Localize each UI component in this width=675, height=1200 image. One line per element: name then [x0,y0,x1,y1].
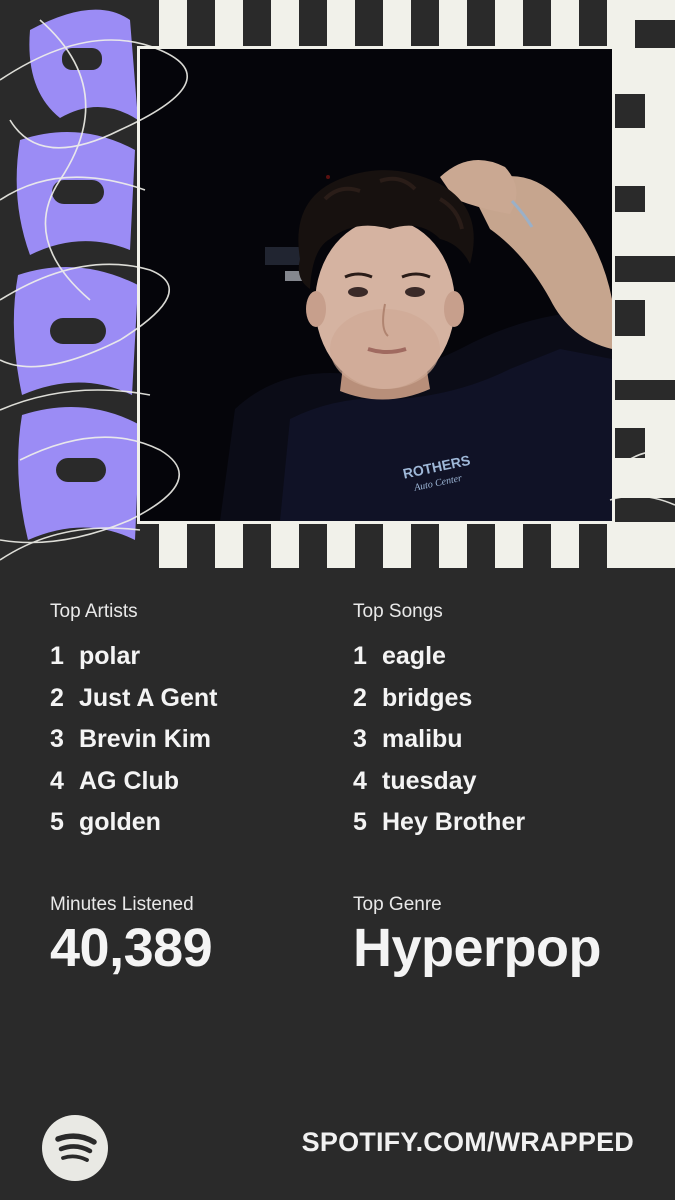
rank-number: 2 [50,683,64,712]
top-artists-label: Top Artists [50,601,138,622]
list-item: 4 AG Club [50,761,350,803]
photo-frame: ROTHERS Auto Center [137,46,615,524]
artist-name: polar [79,642,141,670]
song-name: Hey Brother [382,808,526,836]
rank-number: 3 [50,725,64,753]
artist-name: Just A Gent [79,683,218,712]
artist-name: golden [79,808,161,836]
top-songs-label: Top Songs [353,601,443,622]
song-name: eagle [382,642,446,670]
top-songs-list: 1 eagle 2 bridges 3 malibu 4 tuesday 5 Hey Br… [353,636,653,844]
top-songs-section: Top Songs 1 eagle 2 bridges 3 malibu 4 tuesd… [353,600,653,844]
year-graphic: 2025 [0,0,150,568]
song-name: malibu [382,725,463,753]
hero-artwork: 2025 ROTHERS Auto Center [0,0,675,568]
list-item: 5 golden [50,802,350,844]
rank-number: 1 [353,642,367,670]
list-item: 3 malibu [353,719,653,761]
list-item: 2 bridges [353,678,653,720]
artist-name: AG Club [79,766,179,795]
rank-number: 3 [353,725,367,753]
minutes-listened-value: 40,389 [50,918,213,978]
rank-number: 2 [353,683,367,712]
list-item: 5 Hey Brother [353,802,653,844]
list-item: 3 Brevin Kim [50,719,350,761]
top-artists-list: 1 polar 2 Just A Gent 3 Brevin Kim 4 AG Club… [50,636,350,844]
rank-number: 5 [50,808,64,836]
minutes-listened-label: Minutes Listened [50,894,194,915]
spotify-logo-icon[interactable] [42,1115,108,1181]
wrapped-url-link[interactable]: SPOTIFY.COM/WRAPPED [302,1127,634,1158]
top-genre-label: Top Genre [353,894,442,915]
song-name: tuesday [382,766,477,795]
list-item: 1 polar [50,636,350,678]
top-artists-section: Top Artists 1 polar 2 Just A Gent 3 Brevin … [50,600,350,844]
rank-number: 4 [50,766,64,795]
rank-number: 5 [353,808,367,836]
wrapped-card: 2025 ROTHERS Auto Center Top Artists 1 p… [0,0,675,1200]
artist-name: Brevin Kim [79,725,211,753]
rank-number: 1 [50,642,64,670]
rank-number: 4 [353,766,367,795]
minutes-listened-section: Minutes Listened 40,389 [50,893,213,979]
song-name: bridges [382,683,473,712]
list-item: 1 eagle [353,636,653,678]
profile-photo: ROTHERS Auto Center [140,49,612,521]
list-item: 4 tuesday [353,761,653,803]
list-item: 2 Just A Gent [50,678,350,720]
top-genre-value: Hyperpop [353,918,602,978]
top-genre-section: Top Genre Hyperpop [353,893,602,979]
